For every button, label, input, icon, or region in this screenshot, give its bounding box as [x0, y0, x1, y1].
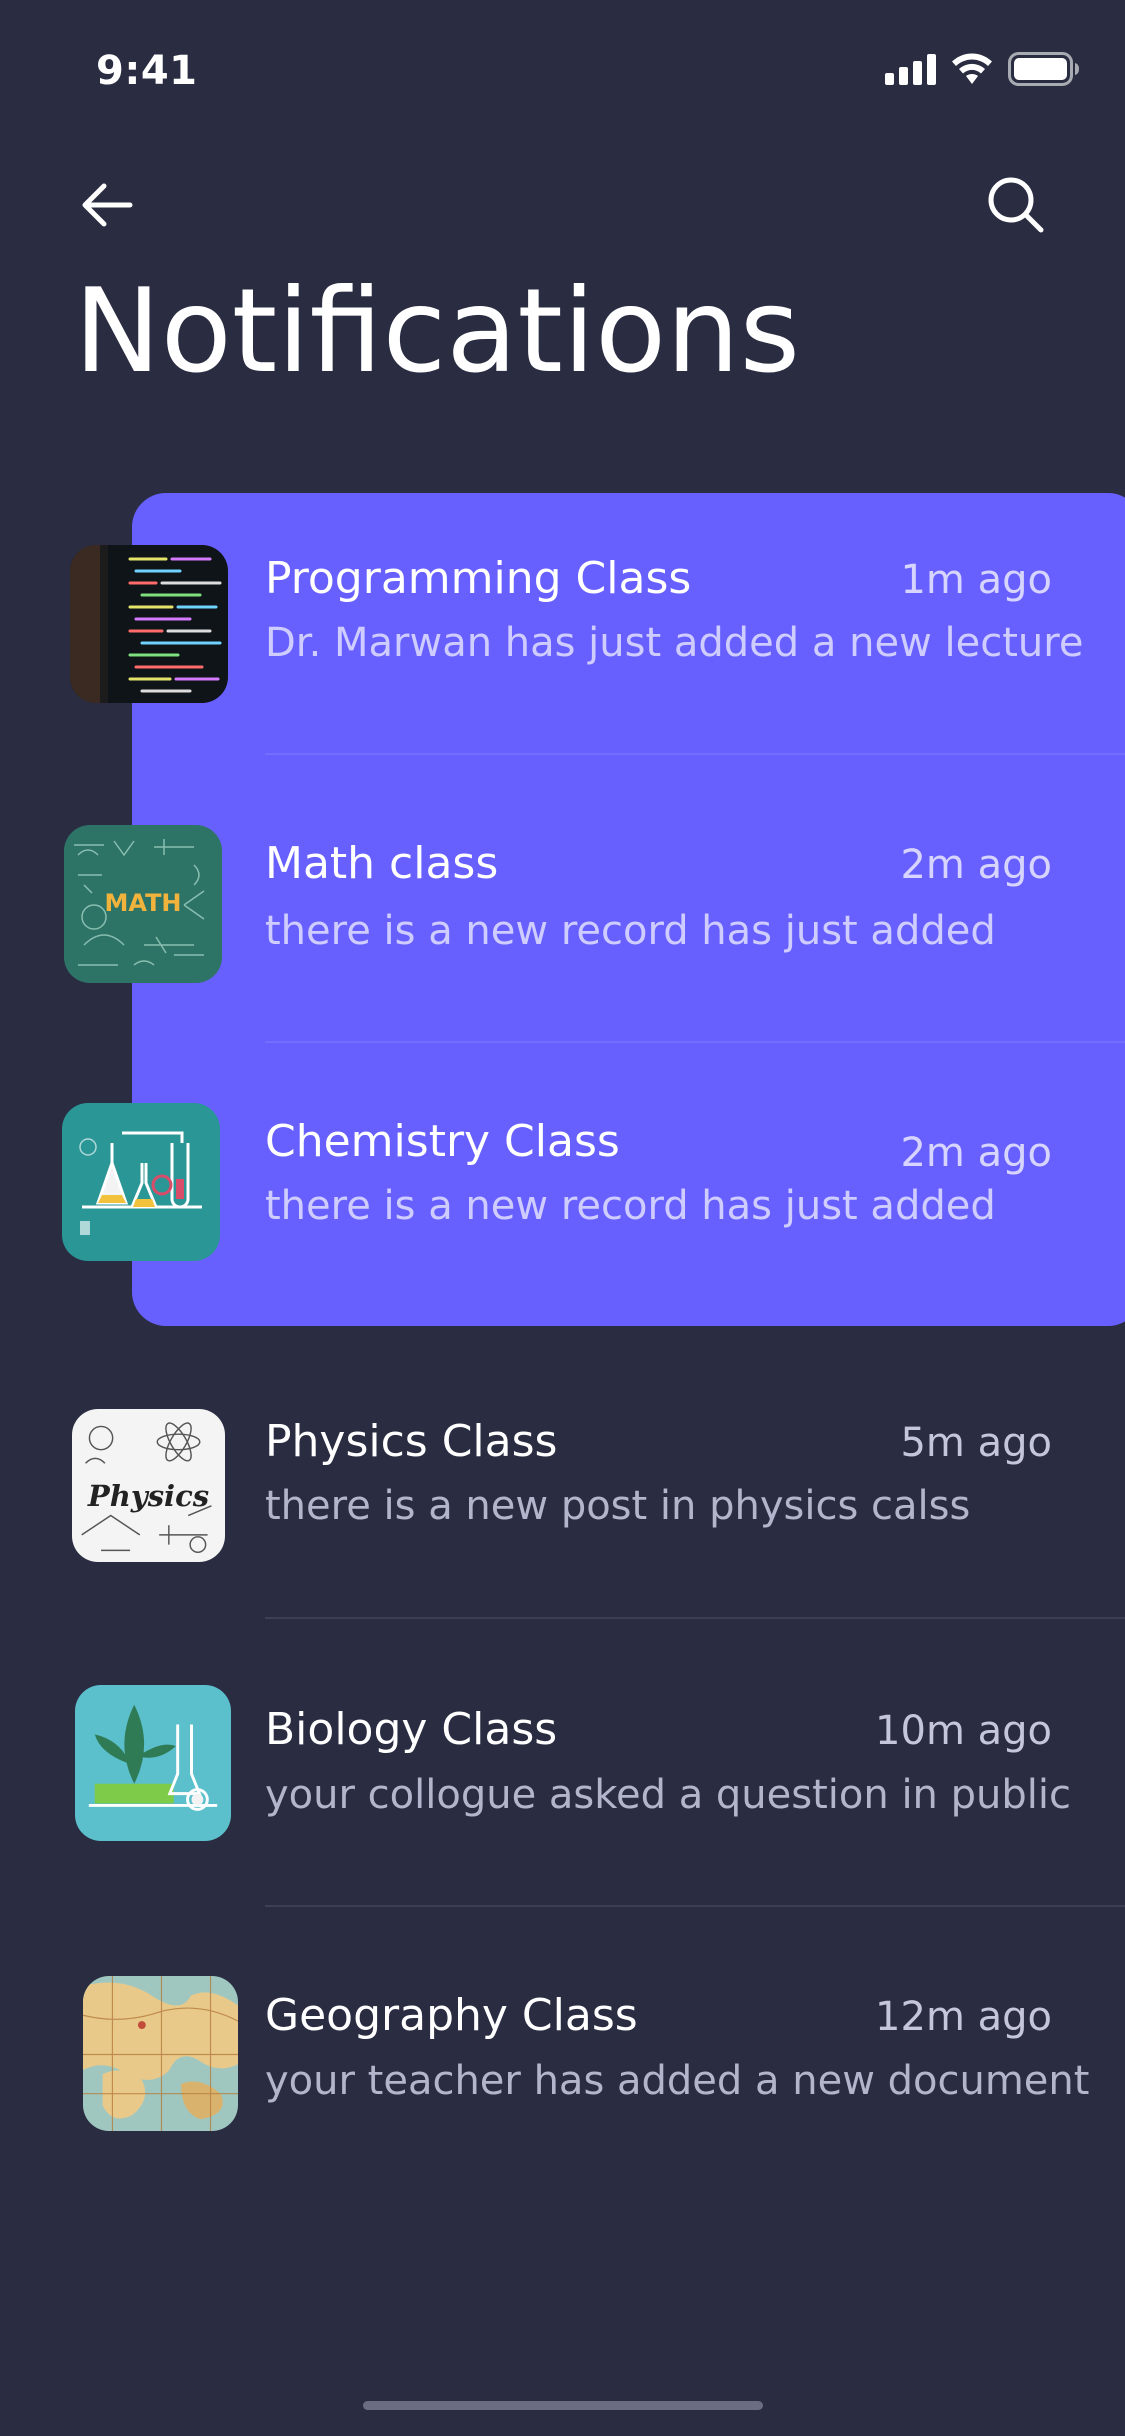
programming-thumbnail	[70, 545, 228, 703]
math-label: MATH	[104, 889, 181, 917]
notification-title: Physics Class	[265, 1416, 558, 1467]
notification-message: Dr. Marwan has just added a new lecture	[265, 620, 1084, 666]
cellular-signal-icon	[885, 53, 936, 85]
notification-time: 1m ago	[900, 557, 1052, 603]
physics-label: Physics	[87, 1479, 209, 1513]
status-icons	[885, 52, 1080, 86]
divider	[265, 1905, 1125, 1907]
biology-lab-image	[75, 1685, 231, 1841]
world-map-image	[83, 1976, 238, 2131]
notification-message: your teacher has added a new document	[265, 2058, 1090, 2104]
notification-item-math[interactable]: MATH Math class 2m ago there is a new re…	[0, 800, 1125, 1000]
notification-time: 10m ago	[875, 1708, 1052, 1754]
page-title: Notifications	[74, 264, 801, 399]
notification-message: there is a new post in physics calss	[265, 1483, 971, 1529]
notification-time: 5m ago	[900, 1420, 1052, 1466]
physics-thumbnail: Physics	[72, 1409, 225, 1562]
code-screen-image	[70, 545, 228, 703]
notification-time: 12m ago	[875, 1994, 1052, 2040]
physics-doodle-image: Physics	[72, 1409, 225, 1562]
notification-time: 2m ago	[900, 842, 1052, 888]
math-board-image: MATH	[64, 825, 222, 983]
chemistry-thumbnail	[62, 1103, 220, 1261]
notification-item-chemistry[interactable]: Chemistry Class 2m ago there is a new re…	[0, 1078, 1125, 1278]
notification-title: Chemistry Class	[265, 1116, 620, 1167]
search-icon	[988, 177, 1044, 233]
notification-title: Biology Class	[265, 1704, 558, 1755]
notification-item-physics[interactable]: Physics Physics Class 5m ago there is a …	[0, 1368, 1125, 1568]
notification-item-biology[interactable]: Biology Class 10m ago your collogue aske…	[0, 1660, 1125, 1860]
notification-time: 2m ago	[900, 1130, 1052, 1176]
divider	[265, 1041, 1125, 1043]
notification-item-geography[interactable]: Geography Class 12m ago your teacher has…	[0, 1948, 1125, 2148]
math-thumbnail: MATH	[64, 825, 222, 983]
battery-icon	[1008, 52, 1079, 86]
divider	[265, 1617, 1125, 1619]
notification-message: there is a new record has just added	[265, 908, 996, 954]
lab-equipment-image	[62, 1103, 220, 1261]
notification-message: your collogue asked a question in public	[265, 1772, 1071, 1818]
divider	[265, 753, 1125, 755]
notification-title: Programming Class	[265, 553, 692, 604]
notification-title: Geography Class	[265, 1990, 638, 2041]
notification-message: there is a new record has just added	[265, 1183, 996, 1229]
arrow-left-icon	[82, 183, 133, 227]
back-button[interactable]	[78, 176, 136, 234]
wifi-icon	[952, 53, 992, 84]
home-indicator[interactable]	[363, 2401, 763, 2410]
biology-thumbnail	[75, 1685, 231, 1841]
status-time: 9:41	[96, 48, 198, 94]
search-button[interactable]	[985, 174, 1047, 236]
notification-title: Math class	[265, 838, 499, 889]
geography-thumbnail	[83, 1976, 238, 2131]
notification-item-programming[interactable]: Programming Class 1m ago Dr. Marwan has …	[0, 515, 1125, 715]
